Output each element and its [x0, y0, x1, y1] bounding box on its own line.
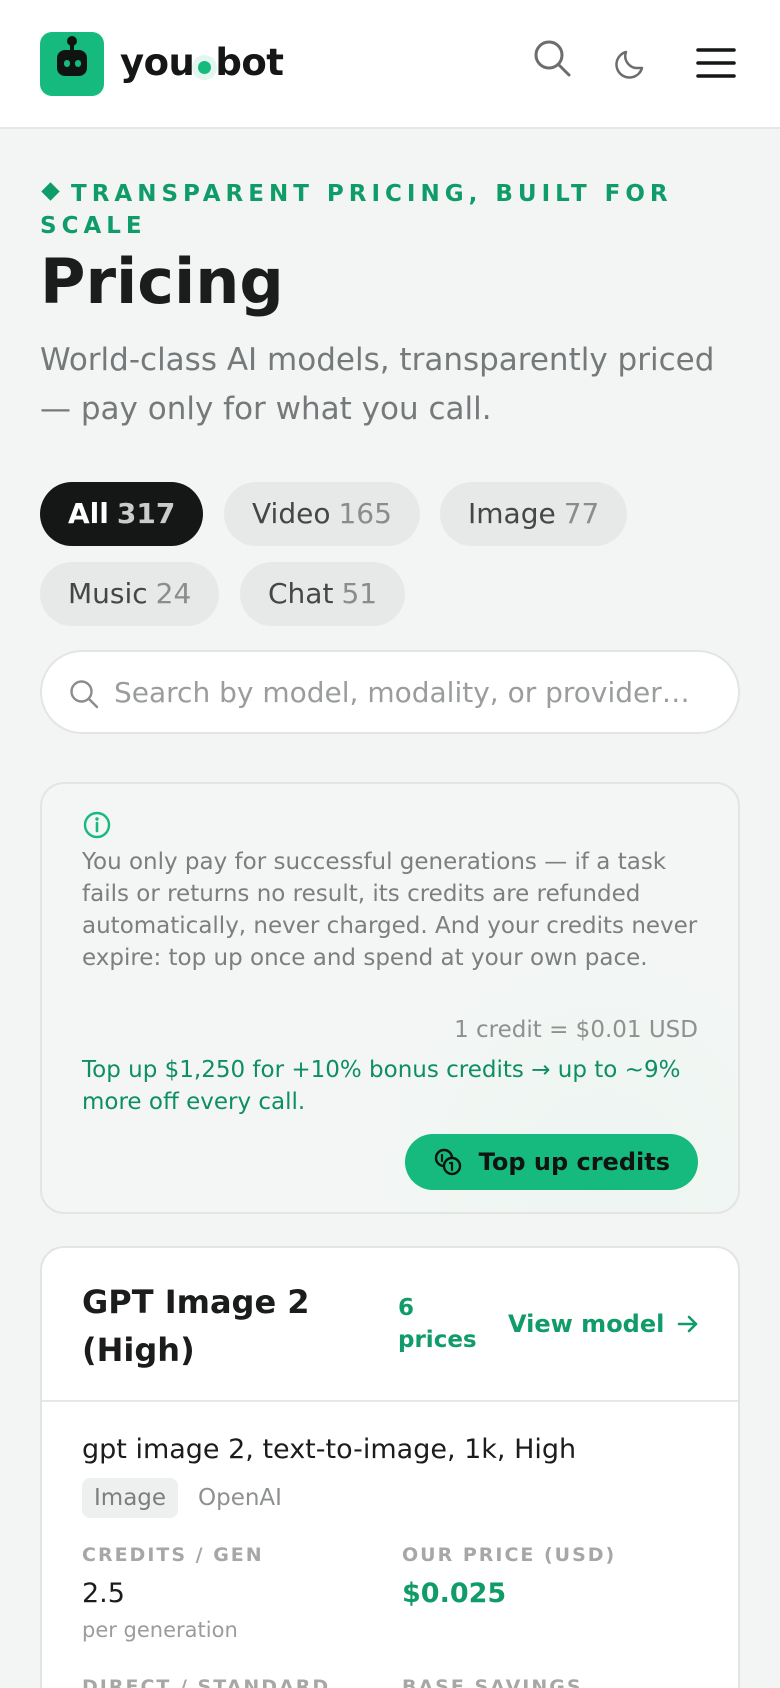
- moon-icon[interactable]: [614, 46, 648, 80]
- brand-left: you: [120, 40, 195, 84]
- bonus-offer: Top up $1,250 for +10% bonus credits → u…: [82, 1057, 681, 1115]
- filter-chip-video[interactable]: Video 165: [224, 482, 420, 546]
- brand-right: bot: [215, 40, 284, 84]
- brand-name[interactable]: you bot: [120, 38, 284, 86]
- top-up-credits-button[interactable]: Top up credits: [404, 1134, 698, 1190]
- price-value: $0.025: [402, 1578, 507, 1609]
- coins-icon: [434, 1148, 461, 1176]
- model-title: GPT Image 2 (High): [82, 1283, 310, 1369]
- page-subtitle: World-class AI models, transparently pri…: [40, 342, 715, 427]
- credits-info-card: You only pay for successful generations …: [40, 782, 740, 1214]
- page-title: Pricing: [40, 245, 284, 318]
- search-input[interactable]: [114, 666, 724, 718]
- model-variant: gpt image 2, text-to-image, 1k, High: [82, 1434, 577, 1465]
- provider-name: OpenAI: [198, 1485, 282, 1511]
- info-icon: [83, 811, 111, 839]
- filter-chip-chat[interactable]: Chat 51: [240, 562, 406, 626]
- credits-label: CREDITS / GEN: [82, 1544, 264, 1566]
- direct-label: DIRECT / STANDARD: [82, 1676, 331, 1688]
- model-card-header: GPT Image 2 (High) 6 prices View model: [42, 1248, 738, 1402]
- search-icon[interactable]: [532, 38, 572, 78]
- savings-label: BASE SAVINGS: [402, 1676, 583, 1688]
- filter-chip-image[interactable]: Image 77: [440, 482, 628, 546]
- filter-chip-all[interactable]: All 317: [40, 482, 204, 546]
- eyebrow-tagline: TRANSPARENT PRICING, BUILT FOR SCALE: [40, 181, 673, 239]
- credits-value: 2.5: [82, 1578, 125, 1609]
- credits-sub: per generation: [82, 1618, 238, 1642]
- filter-chip-music[interactable]: Music 24: [40, 562, 220, 626]
- search-icon: [70, 680, 99, 709]
- brand-dot: [198, 60, 212, 74]
- view-model-link[interactable]: View model: [508, 1308, 700, 1340]
- diamond-icon: [41, 182, 60, 201]
- arrow-right-icon: [678, 1315, 698, 1333]
- robot-logo-icon[interactable]: [40, 32, 104, 96]
- search-bar: [40, 650, 740, 734]
- price-count[interactable]: 6 prices: [398, 1292, 488, 1356]
- model-card: GPT Image 2 (High) 6 prices View model g…: [40, 1246, 740, 1688]
- menu-icon[interactable]: [696, 46, 736, 80]
- price-label: OUR PRICE (USD): [402, 1544, 617, 1566]
- credit-rate: 1 credit = $0.01 USD: [454, 1017, 698, 1043]
- refund-note: You only pay for successful generations …: [82, 849, 698, 971]
- modality-tag: Image: [82, 1478, 179, 1518]
- top-header: you bot: [0, 0, 780, 129]
